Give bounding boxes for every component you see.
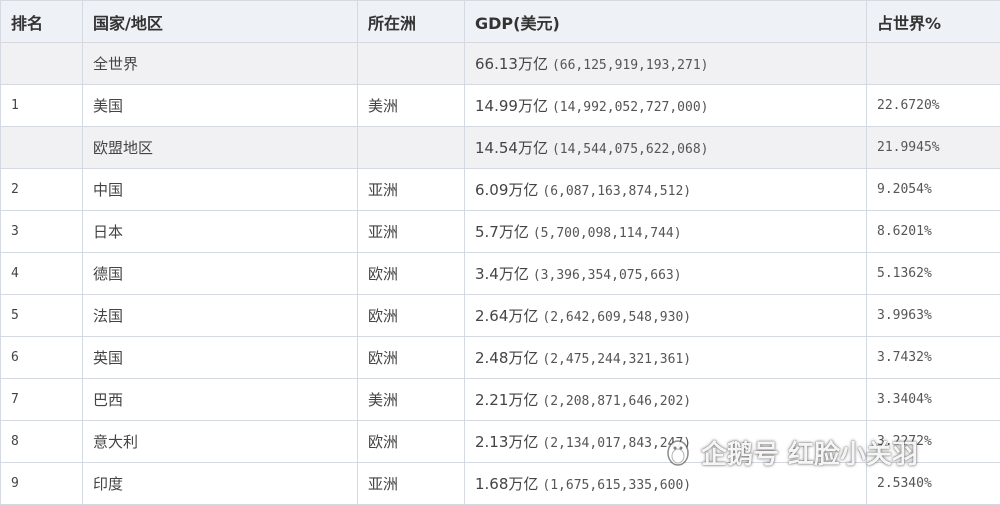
gdp-short: 14.54万亿 [475,139,548,157]
cell-rank [1,127,83,169]
cell-country: 法国 [83,295,358,337]
gdp-full: (14,544,075,622,068) [552,142,709,157]
cell-country: 中国 [83,169,358,211]
gdp-full: (6,087,163,874,512) [542,184,691,199]
cell-continent [358,43,465,85]
table-row: 7巴西美洲 2.21万亿 (2,208,871,646,202) 3.3404% [1,379,1000,421]
gdp-short: 6.09万亿 [475,181,538,199]
header-gdp: GDP(美元) [465,1,867,43]
gdp-full: (2,475,244,321,361) [542,352,691,367]
cell-gdp: 14.99万亿 (14,992,052,727,000) [465,85,867,127]
cell-share: 3.9963% [867,295,1000,337]
cell-country: 意大利 [83,421,358,463]
gdp-short: 1.68万亿 [475,475,538,493]
cell-country: 印度 [83,463,358,505]
cell-gdp: 2.21万亿 (2,208,871,646,202) [465,379,867,421]
cell-rank: 2 [1,169,83,211]
cell-gdp: 5.7万亿 (5,700,098,114,744) [465,211,867,253]
header-country: 国家/地区 [83,1,358,43]
gdp-short: 2.21万亿 [475,391,538,409]
cell-share [867,43,1000,85]
cell-rank: 4 [1,253,83,295]
gdp-short: 66.13万亿 [475,55,548,73]
cell-continent: 欧洲 [358,253,465,295]
gdp-full: (66,125,919,193,271) [552,58,709,73]
cell-rank: 5 [1,295,83,337]
gdp-short: 3.4万亿 [475,265,529,283]
table-row: 1美国美洲 14.99万亿 (14,992,052,727,000) 22.6720% [1,85,1000,127]
cell-rank: 8 [1,421,83,463]
cell-share: 3.3404% [867,379,1000,421]
table-row: 全世界 66.13万亿 (66,125,919,193,271) [1,43,1000,85]
table-row: 3日本亚洲 5.7万亿 (5,700,098,114,744) 8.6201% [1,211,1000,253]
cell-country: 全世界 [83,43,358,85]
cell-country: 美国 [83,85,358,127]
cell-gdp: 2.48万亿 (2,475,244,321,361) [465,337,867,379]
gdp-short: 14.99万亿 [475,97,548,115]
table-row: 5法国欧洲 2.64万亿 (2,642,609,548,930) 3.9963% [1,295,1000,337]
cell-rank [1,43,83,85]
cell-rank: 1 [1,85,83,127]
cell-gdp: 66.13万亿 (66,125,919,193,271) [465,43,867,85]
watermark: 企鹅号 红脸小关羽 [663,430,993,474]
gdp-short: 5.7万亿 [475,223,529,241]
cell-country: 德国 [83,253,358,295]
cell-rank: 6 [1,337,83,379]
gdp-full: (1,675,615,335,600) [542,478,691,493]
cell-rank: 3 [1,211,83,253]
cell-gdp: 3.4万亿 (3,396,354,075,663) [465,253,867,295]
cell-share: 22.6720% [867,85,1000,127]
cell-continent: 欧洲 [358,295,465,337]
header-rank: 排名 [1,1,83,43]
watermark-text: 企鹅号 红脸小关羽 [701,434,918,471]
cell-continent: 亚洲 [358,463,465,505]
cell-continent [358,127,465,169]
table-row: 4德国欧洲 3.4万亿 (3,396,354,075,663) 5.1362% [1,253,1000,295]
table-row: 欧盟地区 14.54万亿 (14,544,075,622,068) 21.9945% [1,127,1000,169]
gdp-full: (3,396,354,075,663) [533,268,682,283]
cell-share: 3.7432% [867,337,1000,379]
cell-country: 英国 [83,337,358,379]
cell-country: 欧盟地区 [83,127,358,169]
header-row: 排名 国家/地区 所在洲 GDP(美元) 占世界% [1,1,1000,43]
cell-continent: 美洲 [358,379,465,421]
cell-share: 21.9945% [867,127,1000,169]
cell-gdp: 6.09万亿 (6,087,163,874,512) [465,169,867,211]
gdp-short: 2.13万亿 [475,433,538,451]
cell-country: 日本 [83,211,358,253]
cell-continent: 欧洲 [358,337,465,379]
cell-gdp: 2.64万亿 (2,642,609,548,930) [465,295,867,337]
cell-continent: 欧洲 [358,421,465,463]
cell-continent: 美洲 [358,85,465,127]
gdp-short: 2.48万亿 [475,349,538,367]
cell-rank: 9 [1,463,83,505]
cell-gdp: 14.54万亿 (14,544,075,622,068) [465,127,867,169]
cell-share: 5.1362% [867,253,1000,295]
cell-continent: 亚洲 [358,169,465,211]
cell-country: 巴西 [83,379,358,421]
table-row: 6英国欧洲 2.48万亿 (2,475,244,321,361) 3.7432% [1,337,1000,379]
gdp-full: (2,208,871,646,202) [542,394,691,409]
table-row: 2中国亚洲 6.09万亿 (6,087,163,874,512) 9.2054% [1,169,1000,211]
cell-share: 9.2054% [867,169,1000,211]
header-continent: 所在洲 [358,1,465,43]
cell-rank: 7 [1,379,83,421]
gdp-full: (14,992,052,727,000) [552,100,709,115]
cell-continent: 亚洲 [358,211,465,253]
gdp-full: (2,642,609,548,930) [542,310,691,325]
cell-share: 8.6201% [867,211,1000,253]
penguin-logo-icon [663,437,693,467]
gdp-full: (5,700,098,114,744) [533,226,682,241]
gdp-short: 2.64万亿 [475,307,538,325]
header-share: 占世界% [867,1,1000,43]
